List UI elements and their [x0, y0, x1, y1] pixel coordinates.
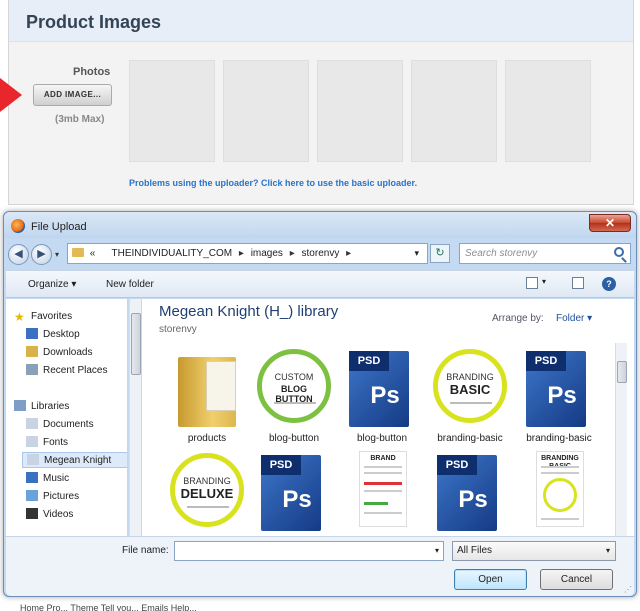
- recent-locations-dropdown[interactable]: ▾: [55, 250, 59, 259]
- address-bar-row: ◀ ▶ ▾ « THEINDIVIDUALITY_COM ▸ images ▸ …: [8, 242, 632, 266]
- file-item-psd[interactable]: PSD Ps branding-basic: [514, 347, 604, 447]
- search-placeholder: Search storenvy: [465, 248, 538, 259]
- search-input[interactable]: Search storenvy: [459, 243, 631, 264]
- breadcrumb-item[interactable]: images: [251, 248, 283, 259]
- help-icon[interactable]: ?: [602, 277, 616, 291]
- file-list-scrollbar[interactable]: [615, 343, 627, 536]
- resize-grip-icon[interactable]: ⋰: [624, 585, 632, 594]
- photoshop-file-icon: PSD Ps: [526, 351, 586, 427]
- file-label: blog-button: [356, 433, 408, 444]
- library-title: Megean Knight (H_) library: [159, 303, 339, 320]
- navigation-pane: ★ Favorites Desktop Downloads Recent Plac…: [6, 299, 128, 536]
- nav-documents[interactable]: Documents: [26, 417, 94, 433]
- nav-libraries[interactable]: Libraries: [14, 399, 69, 415]
- panel-header: Product Images: [9, 0, 633, 42]
- photoshop-file-icon: PSD Ps: [349, 351, 409, 427]
- file-item-image[interactable]: CUSTOM BLOG BUTTON blog-button: [249, 347, 339, 447]
- file-label: branding-basic: [526, 433, 592, 444]
- photoshop-file-icon: PSD Ps: [261, 455, 321, 531]
- nav-videos[interactable]: Videos: [26, 507, 73, 523]
- view-dropdown-icon[interactable]: ▾: [542, 277, 546, 286]
- breadcrumb-overflow[interactable]: «: [90, 248, 96, 259]
- folder-icon: [178, 357, 236, 427]
- dialog-toolbar: Organize ▾ New folder ▾ ?: [6, 270, 634, 298]
- image-thumbnail: CUSTOM BLOG BUTTON: [257, 349, 331, 423]
- image-slot[interactable]: [129, 60, 215, 162]
- file-label: blog-button: [268, 433, 320, 444]
- image-thumbnail: BRANDING DELUXE: [170, 453, 244, 527]
- page-footer-nav: Home Pro... Theme Tell you... Emails Hel…: [20, 603, 197, 611]
- back-button[interactable]: ◀: [8, 244, 29, 265]
- dialog-titlebar[interactable]: File Upload ✕: [4, 212, 636, 238]
- image-slot[interactable]: [411, 60, 497, 162]
- chevron-down-icon: ▾: [605, 546, 610, 555]
- image-thumbnail: BRANDING BASIC: [433, 349, 507, 423]
- breadcrumb[interactable]: « THEINDIVIDUALITY_COM ▸ images ▸ storen…: [67, 243, 428, 264]
- address-dropdown-icon[interactable]: ▾: [414, 244, 419, 263]
- nav-fonts[interactable]: Fonts: [26, 435, 68, 451]
- breadcrumb-item[interactable]: storenvy: [302, 248, 340, 259]
- nav-music[interactable]: Music: [26, 471, 69, 487]
- dialog-title: File Upload: [31, 221, 87, 233]
- nav-favorites[interactable]: ★ Favorites: [14, 309, 72, 325]
- open-button[interactable]: Open: [454, 569, 527, 590]
- refresh-button[interactable]: ↻: [430, 244, 450, 263]
- file-name-dropdown-icon[interactable]: ▾: [435, 546, 439, 555]
- folder-icon: [72, 248, 84, 257]
- photos-label: Photos: [73, 66, 111, 78]
- arrange-by-label: Arrange by:: [492, 313, 544, 324]
- arrange-by-dropdown[interactable]: Folder ▾: [556, 313, 592, 324]
- document-thumbnail: BRAND: [359, 451, 407, 527]
- organize-menu[interactable]: Organize ▾: [28, 279, 76, 290]
- file-item-image[interactable]: BRANDING BASIC: [514, 451, 604, 536]
- nav-downloads[interactable]: Downloads: [26, 345, 92, 361]
- page-title: Product Images: [26, 12, 162, 32]
- red-arrow-icon: [0, 78, 22, 112]
- file-label: products: [187, 433, 227, 444]
- file-item-image[interactable]: BRANDING BASIC branding-basic: [425, 347, 515, 447]
- new-folder-button[interactable]: New folder: [106, 279, 154, 290]
- file-item-folder[interactable]: products: [162, 347, 252, 447]
- file-upload-dialog: File Upload ✕ ◀ ▶ ▾ « THEINDIVIDUALITY_C…: [3, 211, 637, 597]
- add-image-button[interactable]: ADD IMAGE...: [33, 84, 112, 106]
- file-type-value: All Files: [457, 545, 493, 556]
- search-icon[interactable]: [614, 247, 624, 257]
- file-name-label: File name:: [122, 545, 169, 556]
- dialog-footer: File name: ▾ All Files ▾ Open Cancel ⋰: [6, 536, 634, 596]
- document-thumbnail: BRANDING BASIC: [536, 451, 584, 527]
- photoshop-file-icon: PSD Ps: [437, 455, 497, 531]
- file-type-select[interactable]: All Files ▾: [452, 541, 616, 561]
- nav-pictures[interactable]: Pictures: [26, 489, 79, 505]
- nav-recent-places[interactable]: Recent Places: [26, 363, 107, 379]
- file-list: Megean Knight (H_) library storenvy Arra…: [142, 299, 634, 536]
- nav-scrollbar[interactable]: [129, 299, 141, 536]
- image-slot[interactable]: [223, 60, 309, 162]
- view-options-icon[interactable]: [526, 277, 538, 289]
- file-item-image[interactable]: BRAND: [337, 451, 427, 536]
- cancel-button[interactable]: Cancel: [540, 569, 613, 590]
- nav-megean-knight[interactable]: Megean Knight: [22, 452, 127, 468]
- max-size-label: (3mb Max): [55, 114, 105, 125]
- preview-pane-icon[interactable]: [572, 277, 584, 289]
- file-item-image[interactable]: BRANDING DELUXE: [162, 451, 252, 536]
- firefox-icon: [11, 219, 25, 233]
- file-name-field[interactable]: ▾: [174, 541, 444, 561]
- nav-scrollbar-thumb[interactable]: [131, 313, 141, 375]
- forward-button[interactable]: ▶: [31, 244, 52, 265]
- file-list-scrollbar-thumb[interactable]: [617, 361, 627, 383]
- nav-desktop[interactable]: Desktop: [26, 327, 80, 343]
- file-item-psd[interactable]: PSD Ps: [425, 451, 515, 536]
- file-item-psd[interactable]: PSD Ps: [249, 451, 339, 536]
- library-subtitle: storenvy: [159, 324, 197, 335]
- breadcrumb-item[interactable]: THEINDIVIDUALITY_COM: [112, 248, 233, 259]
- close-button[interactable]: ✕: [589, 214, 631, 232]
- product-images-panel: Product Images Photos ADD IMAGE... (3mb …: [8, 0, 634, 205]
- image-slot[interactable]: [505, 60, 591, 162]
- file-label: branding-basic: [437, 433, 503, 444]
- basic-uploader-link[interactable]: Problems using the uploader? Click here …: [129, 178, 417, 188]
- file-item-psd[interactable]: PSD Ps blog-button: [337, 347, 427, 447]
- image-slot[interactable]: [317, 60, 403, 162]
